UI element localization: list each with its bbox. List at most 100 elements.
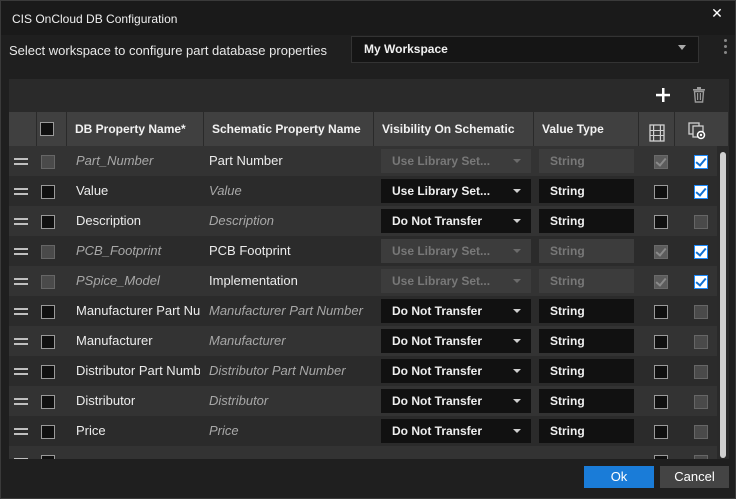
table-row[interactable]: PSpice_Model Implementation Use Library Se… [9, 266, 717, 296]
table-row[interactable]: Distributor Distributor Do Not Transfer Str… [9, 386, 717, 416]
column5-checkbox[interactable] [654, 335, 668, 349]
row-select-checkbox[interactable] [41, 215, 55, 229]
row-select-checkbox[interactable] [41, 365, 55, 379]
db-property-name[interactable]: Part_Number [76, 146, 200, 176]
drag-handle-icon[interactable] [14, 398, 28, 405]
column6-checkbox[interactable] [694, 455, 708, 459]
schematic-property-name[interactable]: Manufacturer Part Number [209, 296, 371, 326]
db-property-name[interactable]: PCB_Footprint [76, 236, 200, 266]
column6-checkbox[interactable] [694, 335, 708, 349]
value-type-dropdown[interactable]: String [539, 329, 634, 353]
schematic-property-name[interactable]: Price [209, 416, 371, 446]
column6-checkbox[interactable] [694, 275, 708, 289]
drag-handle-icon[interactable] [14, 428, 28, 435]
drag-handle-icon[interactable] [14, 368, 28, 375]
value-type-dropdown[interactable]: String [539, 419, 634, 443]
header-schematic-property[interactable]: Schematic Property Name [204, 112, 374, 146]
drag-handle-icon[interactable] [14, 188, 28, 195]
column6-checkbox[interactable] [694, 185, 708, 199]
visibility-dropdown[interactable]: Do Not Transfer [381, 299, 531, 323]
column5-checkbox[interactable] [654, 155, 668, 169]
drag-handle-icon[interactable] [14, 158, 28, 165]
visibility-dropdown[interactable]: Do Not Transfer [381, 419, 531, 443]
schematic-property-name[interactable]: Implementation [209, 266, 371, 296]
row-select-checkbox[interactable] [41, 335, 55, 349]
db-property-name[interactable]: Manufacturer Part Number [76, 296, 200, 326]
column5-checkbox[interactable] [654, 365, 668, 379]
row-select-checkbox[interactable] [41, 275, 55, 289]
visibility-dropdown[interactable]: Do Not Transfer [381, 389, 531, 413]
db-property-name[interactable]: Price [76, 416, 200, 446]
row-select-checkbox[interactable] [41, 155, 55, 169]
schematic-property-name[interactable]: PCB Footprint [209, 236, 371, 266]
schematic-property-name[interactable]: Manufacturer [209, 326, 371, 356]
value-type-dropdown[interactable]: String [539, 179, 634, 203]
table-row[interactable]: Manufacturer Part Number Manufacturer Par… [9, 296, 717, 326]
header-db-property[interactable]: DB Property Name* [67, 112, 204, 146]
table-row[interactable]: Value Value Use Library Set... String [9, 176, 717, 206]
column5-checkbox[interactable] [654, 275, 668, 289]
column6-checkbox[interactable] [694, 215, 708, 229]
row-select-checkbox[interactable] [41, 455, 55, 459]
db-property-name[interactable]: Value [76, 176, 200, 206]
ok-button[interactable]: Ok [584, 466, 654, 488]
column6-checkbox[interactable] [694, 155, 708, 169]
drag-handle-icon[interactable] [14, 458, 28, 459]
drag-handle-icon[interactable] [14, 338, 28, 345]
row-select-checkbox[interactable] [41, 305, 55, 319]
value-type-dropdown[interactable]: String [539, 209, 634, 233]
schematic-property-name[interactable]: Description [209, 206, 371, 236]
column6-checkbox[interactable] [694, 425, 708, 439]
column5-checkbox[interactable] [654, 395, 668, 409]
value-type-dropdown[interactable]: String [539, 359, 634, 383]
drag-handle-icon[interactable] [14, 308, 28, 315]
table-row[interactable]: PCB_Footprint PCB Footprint Use Library Se… [9, 236, 717, 266]
close-icon[interactable]: ✕ [709, 5, 725, 21]
select-all-checkbox[interactable] [40, 122, 54, 136]
plus-icon[interactable] [652, 84, 674, 106]
table-row[interactable] [9, 446, 717, 459]
drag-handle-icon[interactable] [14, 248, 28, 255]
scrollbar-thumb[interactable] [720, 152, 726, 458]
row-select-checkbox[interactable] [41, 395, 55, 409]
value-type-dropdown[interactable]: String [539, 299, 634, 323]
header-visibility[interactable]: Visibility On Schematic [374, 112, 534, 146]
schematic-property-name[interactable]: Distributor [209, 386, 371, 416]
column5-checkbox[interactable] [654, 245, 668, 259]
schematic-property-name[interactable] [209, 446, 371, 459]
value-type-dropdown[interactable]: String [539, 389, 634, 413]
drag-handle-icon[interactable] [14, 278, 28, 285]
row-select-checkbox[interactable] [41, 245, 55, 259]
table-row[interactable]: Price Price Do Not Transfer String [9, 416, 717, 446]
header-value-type[interactable]: Value Type [534, 112, 639, 146]
trash-icon[interactable] [689, 85, 709, 105]
row-select-checkbox[interactable] [41, 185, 55, 199]
row-select-checkbox[interactable] [41, 425, 55, 439]
cancel-button[interactable]: Cancel [660, 466, 729, 488]
table-row[interactable]: Part_Number Part Number Use Library Set...… [9, 146, 717, 176]
column6-checkbox[interactable] [694, 365, 708, 379]
db-property-name[interactable]: Description [76, 206, 200, 236]
db-property-name[interactable]: Distributor [76, 386, 200, 416]
column5-checkbox[interactable] [654, 185, 668, 199]
more-options-icon[interactable] [723, 39, 729, 59]
vertical-scrollbar[interactable] [717, 146, 729, 459]
visibility-dropdown[interactable]: Do Not Transfer [381, 329, 531, 353]
schematic-property-name[interactable]: Distributor Part Number [209, 356, 371, 386]
db-property-name[interactable] [76, 446, 200, 459]
db-property-name[interactable]: Manufacturer [76, 326, 200, 356]
visibility-dropdown[interactable]: Use Library Set... [381, 179, 531, 203]
schematic-property-name[interactable]: Part Number [209, 146, 371, 176]
column6-checkbox[interactable] [694, 245, 708, 259]
column5-checkbox[interactable] [654, 425, 668, 439]
visibility-dropdown[interactable]: Do Not Transfer [381, 359, 531, 383]
table-row[interactable]: Distributor Part Number Distributor Part … [9, 356, 717, 386]
db-property-name[interactable]: PSpice_Model [76, 266, 200, 296]
table-row[interactable]: Description Description Do Not Transfer Str… [9, 206, 717, 236]
schematic-property-name[interactable]: Value [209, 176, 371, 206]
table-row[interactable]: Manufacturer Manufacturer Do Not Transfer S… [9, 326, 717, 356]
visibility-dropdown[interactable]: Do Not Transfer [381, 209, 531, 233]
column6-checkbox[interactable] [694, 305, 708, 319]
column6-checkbox[interactable] [694, 395, 708, 409]
column5-checkbox[interactable] [654, 455, 668, 459]
